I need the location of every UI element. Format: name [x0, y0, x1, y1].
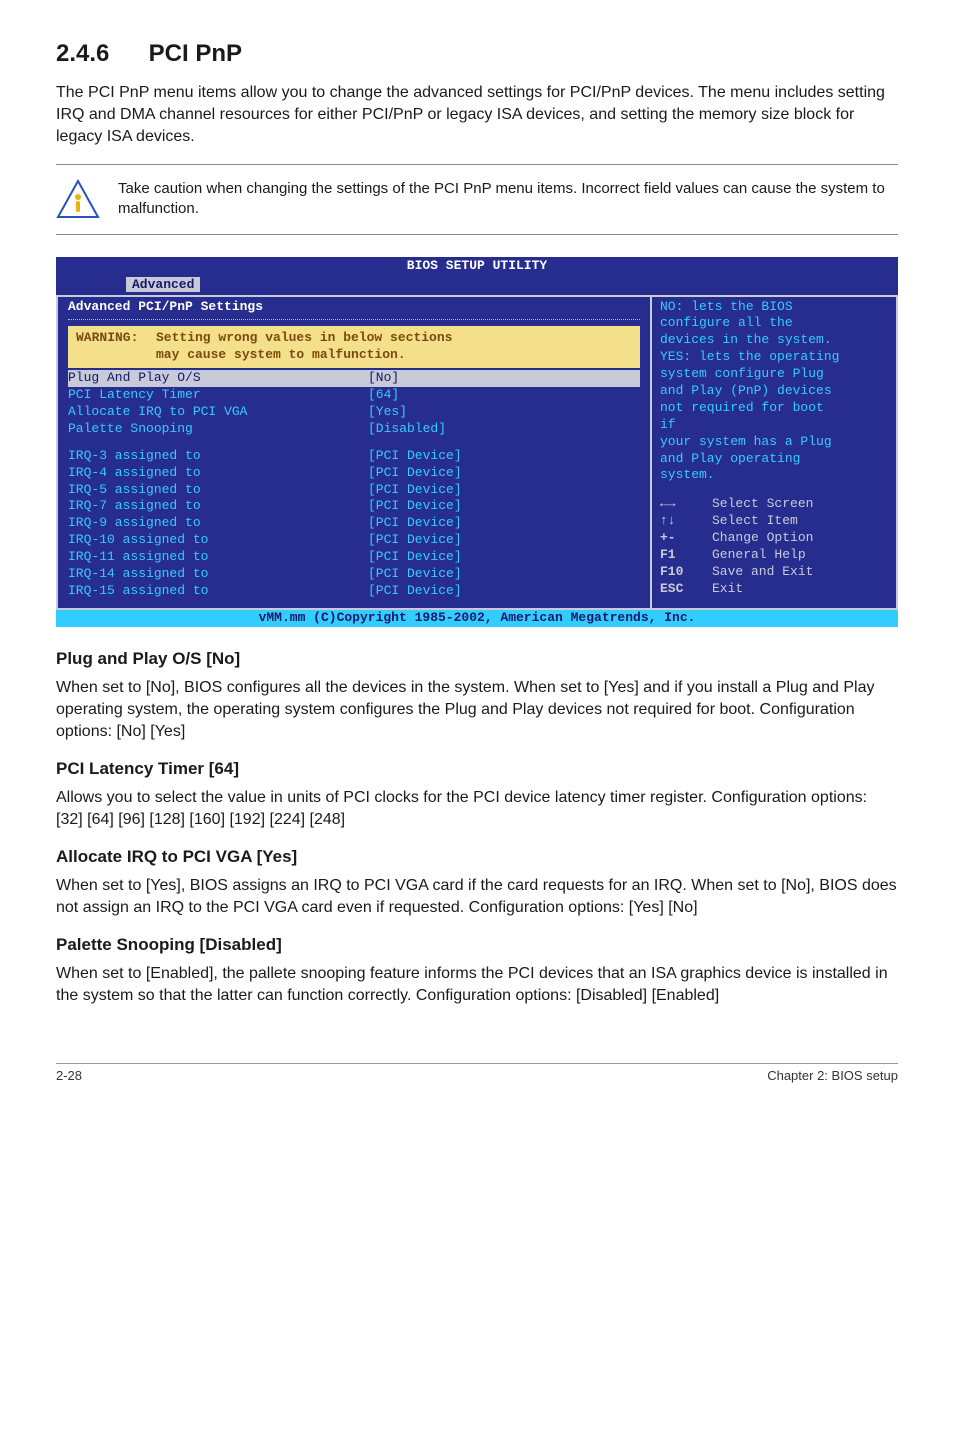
bios-warning-label: WARNING:: [76, 330, 156, 347]
bios-left-panel: Advanced PCI/PnP Settings WARNING: Setti…: [56, 297, 652, 608]
bios-row-value: [Yes]: [368, 404, 640, 421]
bios-row-label: IRQ-4 assigned to: [68, 465, 368, 482]
chapter-label: Chapter 2: BIOS setup: [767, 1068, 898, 1083]
bios-right-panel: NO: lets the BIOS configure all the devi…: [652, 297, 898, 608]
help-line: devices in the system.: [660, 332, 888, 349]
bios-panel-heading: Advanced PCI/PnP Settings: [68, 299, 640, 316]
sub-paragraph: Allows you to select the value in units …: [56, 787, 898, 831]
legend-label: Exit: [712, 581, 743, 598]
help-line: if: [660, 417, 888, 434]
sub-paragraph: When set to [Enabled], the pallete snoop…: [56, 963, 898, 1007]
section-title: PCI PnP: [149, 40, 242, 67]
page-number: 2-28: [56, 1068, 82, 1083]
subheading: Palette Snooping [Disabled]: [56, 935, 898, 955]
legend-key: F1: [660, 547, 698, 564]
bios-row-label: IRQ-3 assigned to: [68, 448, 368, 465]
legend-key: ←→: [660, 496, 698, 513]
bios-row-label: Allocate IRQ to PCI VGA: [68, 404, 368, 421]
bios-tab-advanced: Advanced: [126, 277, 200, 292]
bios-row-value: [PCI Device]: [368, 482, 640, 499]
bios-row-value: [Disabled]: [368, 421, 640, 438]
legend-key: ESC: [660, 581, 698, 598]
legend-label: Change Option: [712, 530, 813, 547]
bios-row-value: [PCI Device]: [368, 448, 640, 465]
intro-paragraph: The PCI PnP menu items allow you to chan…: [56, 82, 898, 148]
bios-row-label: IRQ-15 assigned to: [68, 583, 368, 600]
bios-row-value: [No]: [368, 370, 640, 387]
bios-row-value: [PCI Device]: [368, 498, 640, 515]
bios-screenshot: BIOS SETUP UTILITY Advanced Advanced PCI…: [56, 257, 898, 627]
bios-row-label: IRQ-7 assigned to: [68, 498, 368, 515]
legend-label: Save and Exit: [712, 564, 813, 581]
bios-settings-group-a: Plug And Play O/S[No] PCI Latency Timer[…: [68, 370, 640, 438]
sub-paragraph: When set to [No], BIOS configures all th…: [56, 677, 898, 743]
legend-label: Select Screen: [712, 496, 813, 513]
help-line: your system has a Plug: [660, 434, 888, 451]
help-line: system configure Plug: [660, 366, 888, 383]
bios-footer: vMM.mm (C)Copyright 1985-2002, American …: [56, 610, 898, 627]
bios-title-text: BIOS SETUP UTILITY: [407, 258, 547, 273]
bios-warning-box: WARNING: Setting wrong values in below s…: [68, 326, 640, 368]
legend-key: +-: [660, 530, 698, 547]
bios-row-value: [PCI Device]: [368, 532, 640, 549]
bios-row-label: IRQ-14 assigned to: [68, 566, 368, 583]
help-line: and Play operating: [660, 451, 888, 468]
legend-key: ↑↓: [660, 513, 698, 530]
bios-row-value: [PCI Device]: [368, 566, 640, 583]
bios-row-label: IRQ-10 assigned to: [68, 532, 368, 549]
bios-warning-line2: may cause system to malfunction.: [156, 347, 406, 364]
legend-label: General Help: [712, 547, 806, 564]
bios-titlebar: BIOS SETUP UTILITY: [56, 257, 898, 276]
bios-key-legend: ←→ Select Screen ↑↓ Select Item +- Change O…: [660, 496, 888, 597]
help-line: NO: lets the BIOS: [660, 299, 888, 316]
bios-row-label: IRQ-5 assigned to: [68, 482, 368, 499]
help-line: configure all the: [660, 315, 888, 332]
caution-text: Take caution when changing the settings …: [118, 179, 898, 220]
bios-help-text: NO: lets the BIOS configure all the devi…: [660, 299, 888, 485]
bios-row-label: IRQ-11 assigned to: [68, 549, 368, 566]
bios-row-label: IRQ-9 assigned to: [68, 515, 368, 532]
bios-row-label: Plug And Play O/S: [68, 370, 368, 387]
subheading: Allocate IRQ to PCI VGA [Yes]: [56, 847, 898, 867]
section-heading: 2.4.6 PCI PnP: [56, 40, 898, 68]
subheading: PCI Latency Timer [64]: [56, 759, 898, 779]
help-line: and Play (PnP) devices: [660, 383, 888, 400]
bios-row-label: Palette Snooping: [68, 421, 368, 438]
bios-row-value: [PCI Device]: [368, 515, 640, 532]
page-footer: 2-28 Chapter 2: BIOS setup: [56, 1063, 898, 1083]
subheading: Plug and Play O/S [No]: [56, 649, 898, 669]
help-line: YES: lets the operating: [660, 349, 888, 366]
bios-settings-group-b: IRQ-3 assigned to[PCI Device] IRQ-4 assi…: [68, 448, 640, 600]
legend-key: F10: [660, 564, 698, 581]
bios-warning-line1: Setting wrong values in below sections: [156, 330, 452, 347]
bios-row-value: [PCI Device]: [368, 583, 640, 600]
divider: [68, 319, 640, 320]
section-number: 2.4.6: [56, 40, 142, 68]
bios-row-value: [PCI Device]: [368, 465, 640, 482]
help-line: not required for boot: [660, 400, 888, 417]
bios-row-value: [PCI Device]: [368, 549, 640, 566]
caution-callout: Take caution when changing the settings …: [56, 164, 898, 235]
bios-row-label: PCI Latency Timer: [68, 387, 368, 404]
legend-label: Select Item: [712, 513, 798, 530]
bios-row-value: [64]: [368, 387, 640, 404]
help-line: system.: [660, 467, 888, 484]
sub-paragraph: When set to [Yes], BIOS assigns an IRQ t…: [56, 875, 898, 919]
caution-icon: [56, 179, 100, 219]
